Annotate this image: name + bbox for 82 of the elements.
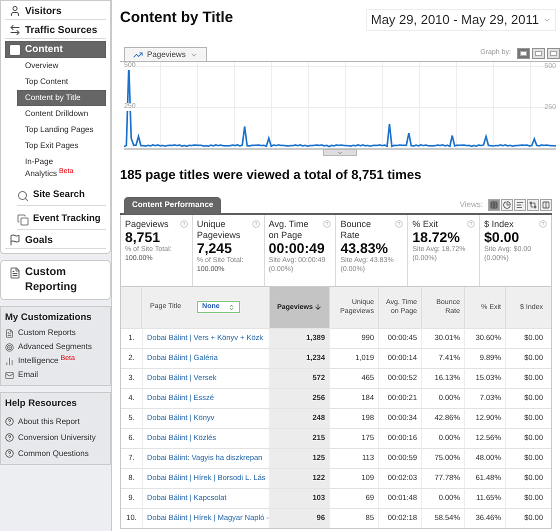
graph-by-button[interactable]	[517, 48, 530, 59]
customization-link[interactable]: Custom Reports	[5, 327, 106, 340]
metric-value: 43.83%	[340, 240, 389, 256]
help-icon	[395, 220, 404, 228]
metric-value: 7,245	[196, 240, 232, 256]
search-icon	[17, 190, 29, 202]
report-tab[interactable]: Content Performance	[124, 196, 222, 212]
target-icon	[5, 342, 14, 352]
nav-item[interactable]: Event Tracking	[17, 210, 106, 230]
flag-icon	[9, 234, 21, 246]
view-icon	[490, 200, 498, 208]
help-icon	[323, 220, 332, 228]
metric-label: Pageviews	[125, 218, 169, 230]
help-icon	[5, 417, 14, 426]
document-icon	[5, 328, 14, 338]
beta-label: Beta	[59, 168, 74, 174]
help-icon	[538, 220, 547, 228]
view-icon	[542, 200, 550, 208]
metric-label: Avg. Time on Page	[268, 218, 310, 240]
panel-title: Help Resources	[5, 397, 78, 412]
view-button[interactable]	[488, 198, 500, 210]
nav-subitem[interactable]: Top Exit Pages	[17, 138, 106, 154]
view-icon	[529, 200, 537, 208]
person-icon	[9, 5, 21, 17]
metric-label: % Exit	[412, 218, 438, 230]
summary-text: 185 page titles were viewed a total of 8,751 times	[120, 166, 422, 184]
help-icon	[252, 220, 260, 228]
nav-subitem[interactable]: Top Landing Pages	[17, 122, 106, 138]
customization-link[interactable]: Intelligence $^{Beta}$	[5, 355, 106, 368]
line-icon	[133, 50, 143, 60]
select-icon	[228, 304, 235, 310]
arrows-icon	[9, 24, 21, 36]
customization-link[interactable]: Advanced Segments	[5, 341, 106, 354]
beta-label: Beta	[60, 354, 75, 362]
nav-subitem[interactable]: Content Drilldown	[17, 106, 106, 122]
nav-item[interactable]: Goals	[5, 232, 106, 249]
metric-value: 8,751	[125, 230, 160, 244]
date-range-picker[interactable]: May 29, 2010 - May 29, 2011	[366, 9, 556, 31]
nav-subitem[interactable]: Overview	[17, 58, 106, 74]
help-link[interactable]: Conversion University	[5, 432, 106, 444]
nav-item[interactable]: Visitors	[5, 3, 106, 20]
graph-by-button[interactable]	[532, 48, 545, 59]
views-label: Views:	[460, 198, 483, 210]
square-icon	[9, 44, 21, 56]
view-icon	[503, 200, 511, 208]
graph-by-button[interactable]	[547, 48, 560, 59]
nav-subitem[interactable]: Top Content	[17, 74, 106, 90]
sort-arrow-icon	[314, 303, 322, 311]
page-title: Content by Title	[120, 8, 234, 28]
help-link[interactable]: About this Report	[5, 416, 106, 428]
help-icon	[5, 449, 14, 458]
caret-icon	[337, 150, 343, 156]
metric-label: Bounce Rate	[340, 218, 372, 240]
metric-label: Unique Pageviews	[196, 218, 242, 240]
metric-value: 18.72%	[412, 230, 461, 244]
view-button[interactable]	[514, 198, 526, 210]
nav-subitem[interactable]: In-Page Analytics $^{Beta}$	[17, 154, 106, 182]
custom-reporting-link[interactable]: Custom Reporting	[25, 265, 102, 295]
metric-label: $ Index	[484, 218, 514, 230]
report-icon	[9, 267, 21, 279]
view-icon	[516, 200, 524, 208]
help-icon	[467, 220, 476, 228]
view-button[interactable]	[540, 198, 552, 210]
caret-icon	[543, 16, 551, 24]
nav-subitem[interactable]: Content by Title	[17, 90, 106, 106]
nav-item[interactable]: Site Search	[17, 186, 106, 206]
view-button[interactable]	[527, 198, 539, 210]
panel-title: My Customizations	[5, 311, 93, 325]
help-link[interactable]: Common Questions	[5, 448, 106, 460]
pages-icon	[17, 214, 29, 226]
customization-link[interactable]: Email	[5, 369, 106, 382]
help-icon	[180, 220, 188, 228]
bars-icon	[5, 356, 14, 366]
mail-icon	[5, 370, 14, 380]
nav-item[interactable]: Traffic Sources	[5, 22, 106, 39]
nav-item[interactable]: Content	[5, 41, 106, 58]
view-button[interactable]	[501, 198, 513, 210]
help-icon	[5, 433, 14, 442]
expand-handle[interactable]	[323, 149, 357, 156]
metric-value: $0.00	[484, 230, 520, 244]
metric-value: 00:00:49	[268, 240, 326, 256]
metric-tab[interactable]: Pageviews	[124, 47, 207, 61]
